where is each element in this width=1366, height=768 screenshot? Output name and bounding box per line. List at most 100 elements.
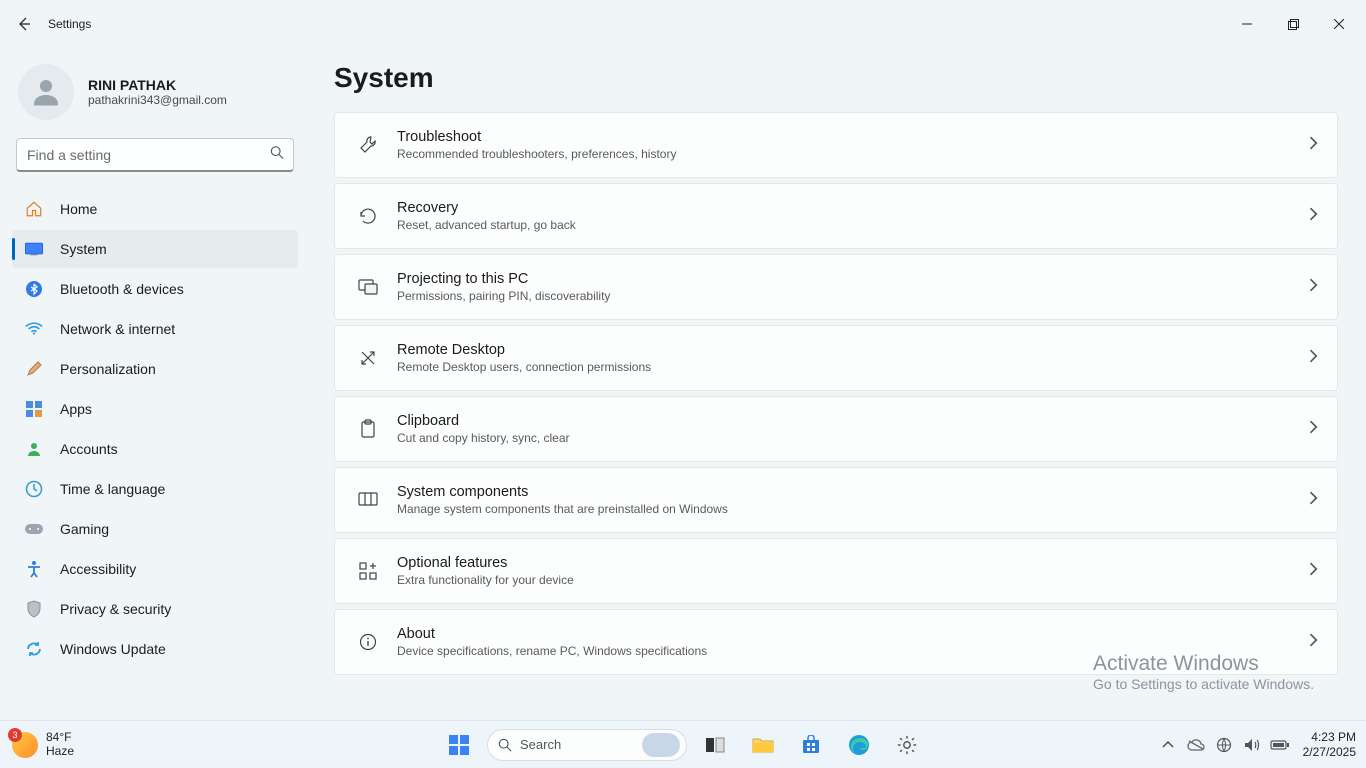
microsoft-store-button[interactable]: [791, 725, 831, 765]
search-wrap: [16, 138, 294, 172]
search-input[interactable]: [16, 138, 294, 172]
card-subtitle: Cut and copy history, sync, clear: [397, 431, 1309, 445]
nav-label: Accounts: [60, 441, 118, 457]
settings-taskbar-button[interactable]: [887, 725, 927, 765]
maximize-button[interactable]: [1270, 8, 1316, 40]
nav-system[interactable]: System: [12, 230, 298, 268]
nav-home[interactable]: Home: [12, 190, 298, 228]
nav-label: Apps: [60, 401, 92, 417]
language-icon[interactable]: [1213, 734, 1235, 756]
window-controls: [1224, 8, 1362, 40]
edge-button[interactable]: [839, 725, 879, 765]
nav-label: System: [60, 241, 107, 257]
gamepad-icon: [24, 519, 44, 539]
nav-label: Accessibility: [60, 561, 136, 577]
apps-icon: [24, 399, 44, 419]
project-icon: [353, 279, 383, 295]
card-title: Recovery: [397, 200, 1309, 216]
chevron-right-icon: [1309, 207, 1319, 226]
card-title: Optional features: [397, 555, 1309, 571]
chevron-right-icon: [1309, 562, 1319, 581]
card-title: System components: [397, 484, 1309, 500]
card-projecting[interactable]: Projecting to this PCPermissions, pairin…: [334, 254, 1338, 320]
chevron-right-icon: [1309, 420, 1319, 439]
chevron-right-icon: [1309, 633, 1319, 652]
chevron-right-icon: [1309, 349, 1319, 368]
taskbar: 3 84°F Haze Search 4:23 PM 2/27/2025: [0, 720, 1366, 768]
taskbar-weather[interactable]: 3 84°F Haze: [0, 731, 74, 757]
file-explorer-button[interactable]: [743, 725, 783, 765]
tray-overflow-button[interactable]: [1157, 734, 1179, 756]
card-recovery[interactable]: Recovery Reset, advanced startup, go back: [334, 183, 1338, 249]
onedrive-icon[interactable]: [1185, 734, 1207, 756]
card-troubleshoot[interactable]: Troubleshoot Recommended troubleshooters,…: [334, 112, 1338, 178]
wrench-icon: [353, 135, 383, 155]
clock-time: 4:23 PM: [1303, 730, 1356, 744]
chevron-right-icon: [1309, 491, 1319, 510]
nav-accessibility[interactable]: Accessibility: [12, 550, 298, 588]
close-button[interactable]: [1316, 8, 1362, 40]
nav-label: Privacy & security: [60, 601, 171, 617]
card-subtitle: Recommended troubleshooters, preferences…: [397, 147, 1309, 161]
nav-label: Windows Update: [60, 641, 166, 657]
card-subtitle: Permissions, pairing PIN, discoverabilit…: [397, 289, 1309, 303]
page-title: System: [334, 62, 1338, 94]
titlebar: Settings: [0, 0, 1366, 48]
recovery-icon: [353, 207, 383, 225]
volume-icon[interactable]: [1241, 734, 1263, 756]
battery-icon[interactable]: [1269, 734, 1291, 756]
user-name: RINI PATHAK: [88, 77, 227, 93]
user-email: pathakrini343@gmail.com: [88, 93, 227, 107]
card-title: About: [397, 626, 1309, 642]
system-tray: 4:23 PM 2/27/2025: [1157, 730, 1366, 759]
grid-plus-icon: [353, 562, 383, 580]
card-system-components[interactable]: System components Manage system component…: [334, 467, 1338, 533]
clock-date: 2/27/2025: [1303, 745, 1356, 759]
nav-time-language[interactable]: Time & language: [12, 470, 298, 508]
taskbar-clock[interactable]: 4:23 PM 2/27/2025: [1303, 730, 1356, 759]
accessibility-icon: [24, 559, 44, 579]
card-remote-desktop[interactable]: Remote DesktopRemote Desktop users, conn…: [334, 325, 1338, 391]
wifi-icon: [24, 319, 44, 339]
clock-globe-icon: [24, 479, 44, 499]
nav-windows-update[interactable]: Windows Update: [12, 630, 298, 668]
shield-icon: [24, 599, 44, 619]
nav-network[interactable]: Network & internet: [12, 310, 298, 348]
card-subtitle: Extra functionality for your device: [397, 573, 1309, 587]
nav-personalization[interactable]: Personalization: [12, 350, 298, 388]
taskbar-center: Search: [439, 725, 927, 765]
window-title: Settings: [48, 17, 91, 31]
card-subtitle: Reset, advanced startup, go back: [397, 218, 1309, 232]
chevron-right-icon: [1309, 136, 1319, 155]
card-optional-features[interactable]: Optional features Extra functionality for…: [334, 538, 1338, 604]
nav-bluetooth[interactable]: Bluetooth & devices: [12, 270, 298, 308]
user-block[interactable]: RINI PATHAK pathakrini343@gmail.com: [12, 60, 298, 138]
start-button[interactable]: [439, 725, 479, 765]
minimize-button[interactable]: [1224, 8, 1270, 40]
avatar: [18, 64, 74, 120]
back-button[interactable]: [4, 4, 44, 44]
card-title: Troubleshoot: [397, 129, 1309, 145]
card-about[interactable]: About Device specifications, rename PC, W…: [334, 609, 1338, 675]
remote-desktop-icon: [353, 349, 383, 367]
search-icon: [498, 738, 512, 752]
nav-accounts[interactable]: Accounts: [12, 430, 298, 468]
weather-temp: 84°F: [46, 731, 74, 744]
system-icon: [24, 239, 44, 259]
person-icon: [24, 439, 44, 459]
task-view-button[interactable]: [695, 725, 735, 765]
nav-apps[interactable]: Apps: [12, 390, 298, 428]
sidebar: RINI PATHAK pathakrini343@gmail.com Home…: [0, 48, 310, 720]
nav-gaming[interactable]: Gaming: [12, 510, 298, 548]
card-clipboard[interactable]: ClipboardCut and copy history, sync, cle…: [334, 396, 1338, 462]
card-subtitle: Device specifications, rename PC, Window…: [397, 644, 1309, 658]
bluetooth-icon: [24, 279, 44, 299]
card-subtitle: Manage system components that are preins…: [397, 502, 1309, 516]
home-icon: [24, 199, 44, 219]
nav-label: Personalization: [60, 361, 156, 377]
clipboard-icon: [353, 419, 383, 439]
nav-privacy[interactable]: Privacy & security: [12, 590, 298, 628]
nav-label: Time & language: [60, 481, 165, 497]
taskbar-search[interactable]: Search: [487, 729, 687, 761]
main-content: System Troubleshoot Recommended troublesh…: [310, 48, 1366, 720]
